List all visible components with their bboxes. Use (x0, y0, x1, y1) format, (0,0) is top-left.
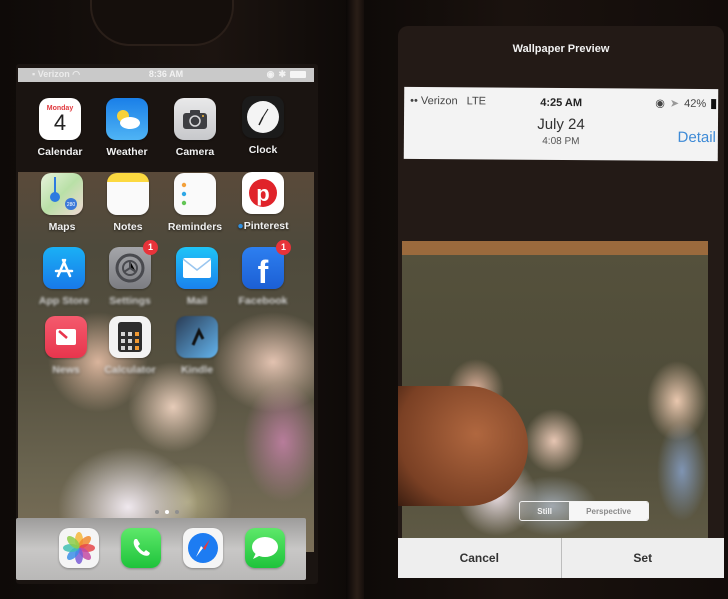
page-indicator[interactable] (16, 510, 318, 514)
notification-badge: 1 (143, 240, 158, 255)
app-store-icon (43, 247, 85, 289)
user-finger (398, 386, 528, 506)
app-maps[interactable]: 280 Maps (33, 173, 91, 233)
battery-icon (290, 71, 306, 78)
weather-icon (106, 98, 148, 140)
svg-text:p: p (256, 181, 269, 206)
safari-icon (183, 528, 223, 568)
notification-badge: 1 (276, 240, 291, 255)
phone-case-bump (90, 0, 234, 46)
app-label: Facebook (238, 295, 288, 307)
app-news[interactable]: News (37, 316, 95, 376)
lock-screen-preview: •• Verizon LTE 4:25 AM ◉ ➤ 42% July 24 4… (403, 86, 719, 162)
reminders-icon (174, 173, 216, 215)
facebook-icon: f 1 (242, 240, 291, 290)
app-label: Mail (186, 295, 208, 307)
location-icon: ➤ (669, 97, 680, 110)
app-label: Calendar (37, 146, 83, 158)
page-dot[interactable] (155, 510, 159, 514)
dock-app-safari[interactable] (174, 528, 232, 568)
app-weather[interactable]: Weather (98, 98, 156, 158)
app-mail[interactable]: Mail (168, 247, 226, 307)
calculator-icon (109, 316, 151, 358)
app-label: Settings (109, 295, 151, 307)
app-settings[interactable]: 1 Settings (101, 240, 159, 307)
home-screen: ▪ Verizon ◠ 8:36 AM ◉ ✱ Monday 4 Calenda… (16, 64, 318, 584)
dock-app-messages[interactable] (236, 528, 294, 568)
perspective-option[interactable]: Perspective (569, 502, 648, 520)
calendar-icon: Monday 4 (39, 98, 81, 140)
lock-subtime: 4:08 PM (542, 135, 580, 148)
app-notes[interactable]: Notes (99, 173, 157, 233)
app-label: Kindle (180, 364, 214, 376)
lock-date: July 24 (537, 115, 585, 134)
app-camera[interactable]: Camera (166, 98, 224, 158)
maps-icon: 280 (41, 173, 83, 215)
bluetooth-icon: ✱ (278, 69, 286, 79)
dock-app-phone[interactable] (112, 528, 170, 568)
page-dot[interactable] (175, 510, 179, 514)
camera-icon (174, 98, 216, 140)
mail-icon (176, 247, 218, 289)
battery-icon (711, 98, 717, 109)
app-label: Clock (248, 144, 278, 156)
page-title: Wallpaper Preview (512, 43, 610, 55)
settings-icon: 1 (109, 240, 158, 289)
app-clock[interactable]: Clock (234, 96, 292, 156)
messages-icon (245, 528, 285, 568)
action-bar: Cancel Set (398, 538, 724, 578)
app-calendar[interactable]: Monday 4 Calendar (31, 98, 89, 158)
battery-percent: 42% (684, 97, 707, 110)
notes-icon (107, 173, 149, 215)
dock (16, 518, 306, 580)
pinterest-icon: p (242, 172, 284, 214)
photos-icon (59, 528, 99, 568)
still-perspective-toggle[interactable]: Still Perspective (519, 501, 649, 521)
set-button[interactable]: Set (560, 538, 724, 578)
right-phone: Wallpaper Preview •• Verizon LTE 4:25 AM… (364, 0, 728, 599)
app-label: Camera (175, 146, 215, 158)
app-app-store[interactable]: App Store (35, 247, 93, 307)
status-bar: ▪ Verizon ◠ 8:36 AM ◉ ✱ (18, 68, 314, 82)
app-facebook[interactable]: f 1 Facebook (234, 240, 292, 307)
app-label: Maps (48, 221, 76, 233)
news-icon (45, 316, 87, 358)
app-label: Notes (113, 221, 143, 233)
wallpaper-preview-screen: Wallpaper Preview •• Verizon LTE 4:25 AM… (398, 26, 724, 578)
app-label: App Store (38, 295, 90, 307)
app-label: Calculator (104, 364, 156, 376)
cancel-button[interactable]: Cancel (398, 538, 561, 578)
page-dot-current[interactable] (165, 510, 169, 514)
app-pinterest[interactable]: p ●Pinterest (234, 172, 292, 232)
app-label: Reminders (167, 221, 223, 233)
detail-link[interactable]: Detail (677, 129, 715, 146)
clock-icon (242, 96, 284, 138)
rotation-lock-icon: ◉ (655, 97, 665, 110)
svg-text:280: 280 (67, 202, 76, 208)
app-kindle[interactable]: Kindle (168, 316, 226, 376)
app-label: ●Pinterest (237, 220, 289, 232)
still-option[interactable]: Still (520, 502, 570, 520)
rotation-lock-icon: ◉ (266, 69, 275, 79)
app-reminders[interactable]: Reminders (166, 173, 224, 233)
app-label: News (52, 364, 80, 376)
kindle-icon (176, 316, 218, 358)
phone-icon (121, 528, 161, 568)
dock-app-photos[interactable] (50, 528, 108, 568)
app-label: Weather (106, 146, 148, 158)
left-phone: ▪ Verizon ◠ 8:36 AM ◉ ✱ Monday 4 Calenda… (0, 0, 352, 599)
app-calculator[interactable]: Calculator (101, 316, 159, 376)
